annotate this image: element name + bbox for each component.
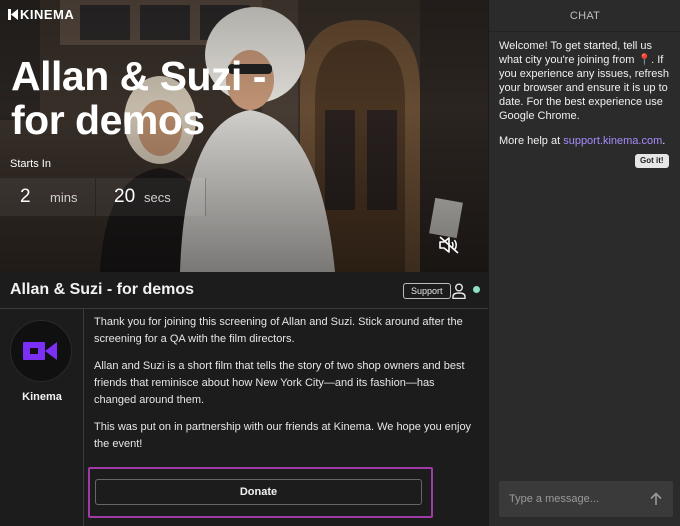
description-paragraph: This was put on in partnership with our … <box>94 421 472 450</box>
mute-button[interactable] <box>436 234 462 256</box>
got-it-button[interactable]: Got it! <box>635 154 669 168</box>
chat-message-input[interactable] <box>499 481 643 517</box>
chat-help-suffix: . <box>662 135 666 147</box>
organizer-avatar[interactable] <box>10 320 72 382</box>
hero-banner: KINEMA Allan & Suzi - for demos Starts I… <box>0 0 488 272</box>
speaker-muted-icon <box>439 236 459 254</box>
starts-in-label: Starts In <box>10 158 51 170</box>
support-link[interactable]: support.kinema.com <box>563 135 662 147</box>
event-title-bar: Allan & Suzi - for demos Support <box>0 272 488 309</box>
send-button[interactable] <box>647 490 665 508</box>
countdown-seconds-value: 20 <box>114 186 136 207</box>
brand-name: KINEMA <box>20 7 75 22</box>
chat-panel: CHAT Welcome! To get started, tell us wh… <box>488 0 680 526</box>
organizer-panel: Kinema <box>0 309 84 526</box>
chat-welcome-text: Welcome! To get started, tell us what ci… <box>499 40 653 66</box>
chat-welcome-message: Welcome! To get started, tell us what ci… <box>499 39 674 123</box>
pin-icon: 📍 <box>637 54 652 66</box>
chat-header: CHAT <box>489 0 680 32</box>
countdown-minutes-label: mins <box>50 189 78 205</box>
countdown-minutes-value: 2 <box>20 186 31 207</box>
camera-icon <box>23 342 57 360</box>
chat-help-prefix: More help at <box>499 135 564 147</box>
countdown-seconds: 20 secs <box>96 178 206 216</box>
kinema-mark-icon <box>8 9 18 20</box>
chat-help-text: More help at support.kinema.com. <box>499 135 677 147</box>
brand-logo[interactable]: KINEMA <box>8 7 74 22</box>
organizer-name: Kinema <box>22 391 62 403</box>
hero-title: Allan & Suzi - for demos <box>11 53 266 143</box>
user-icon[interactable] <box>452 283 466 299</box>
app: KINEMA Allan & Suzi - for demos Starts I… <box>0 0 680 526</box>
online-status-dot <box>473 286 480 293</box>
support-button[interactable]: Support <box>403 283 451 299</box>
chat-input-container <box>499 481 673 517</box>
countdown: 2 mins 20 secs <box>0 178 300 216</box>
event-title: Allan & Suzi - for demos <box>10 281 195 298</box>
countdown-seconds-label: secs <box>144 189 171 205</box>
countdown-minutes: 2 mins <box>0 178 96 216</box>
description-paragraph: Thank you for joining this screening of … <box>94 316 463 345</box>
description-paragraph: Allan and Suzi is a short film that tell… <box>94 360 465 406</box>
arrow-up-icon <box>650 492 662 505</box>
event-description: Thank you for joining this screening of … <box>94 314 474 463</box>
donate-button[interactable]: Donate <box>95 479 422 505</box>
donate-highlight: Donate <box>88 467 433 518</box>
